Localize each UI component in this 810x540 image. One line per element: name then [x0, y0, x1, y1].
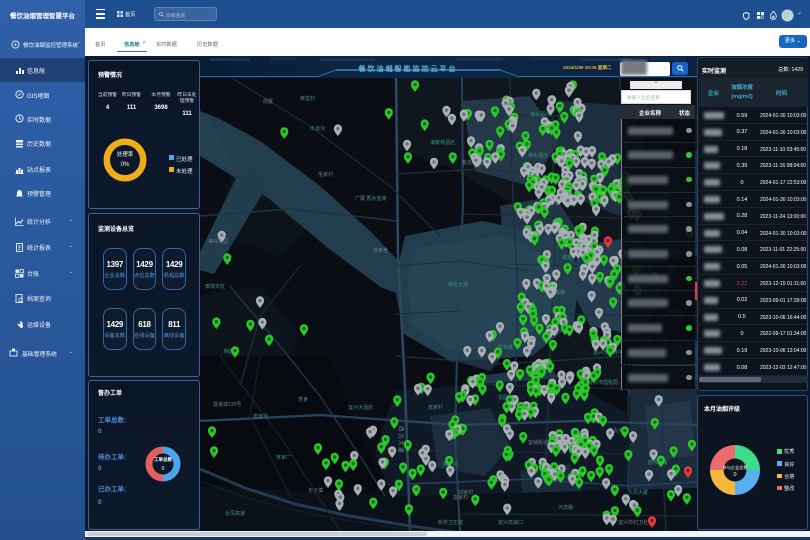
- svg-text:党食: 党食: [298, 396, 308, 403]
- svg-text:宜兴高速口: 宜兴高速口: [498, 519, 523, 526]
- svg-text:林家厂: 林家厂: [276, 454, 291, 461]
- svg-text:梅头酒店: 梅头酒店: [530, 111, 550, 118]
- svg-text:棒头酒店: 棒头酒店: [528, 152, 548, 159]
- svg-text:水道沟: 水道沟: [310, 125, 325, 132]
- svg-text:刘家村: 刘家村: [458, 489, 473, 496]
- svg-text:河滨路: 河滨路: [558, 504, 573, 511]
- svg-text:宜兴市村卫社: 宜兴市村卫社: [618, 519, 648, 526]
- svg-text:天子慎: 天子慎: [308, 487, 323, 494]
- svg-text:宜兴大酒店: 宜兴大酒店: [348, 404, 373, 411]
- svg-text:唐家场: 唐家场: [253, 413, 268, 420]
- svg-text:海聚林酒店: 海聚林酒店: [430, 139, 455, 146]
- svg-text:毛家村: 毛家村: [318, 171, 333, 178]
- svg-text:首良城135号: 首良城135号: [213, 401, 241, 408]
- svg-text:新芳卫生院: 新芳卫生院: [438, 519, 463, 526]
- svg-text:富家村: 富家村: [428, 404, 443, 411]
- svg-text:久风大厦: 久风大厦: [628, 489, 648, 496]
- svg-text:宜城街道: 宜城街道: [528, 439, 548, 446]
- svg-text:长深高速: 长深高速: [225, 510, 245, 517]
- svg-text:闲置: 闲置: [263, 98, 273, 105]
- svg-text:泰琪天虹: 泰琪天虹: [205, 283, 225, 290]
- svg-text:西氿大道: 西氿大道: [448, 281, 468, 288]
- svg-text:铁家舍: 铁家舍: [373, 247, 388, 254]
- svg-text:麻堂村: 麻堂村: [300, 95, 315, 102]
- svg-text:西氿大道: 西氿大道: [397, 426, 405, 454]
- svg-text:美线花园: 美线花园: [208, 238, 228, 245]
- svg-text:广厦 香水蓝城: 广厦 香水蓝城: [355, 195, 386, 202]
